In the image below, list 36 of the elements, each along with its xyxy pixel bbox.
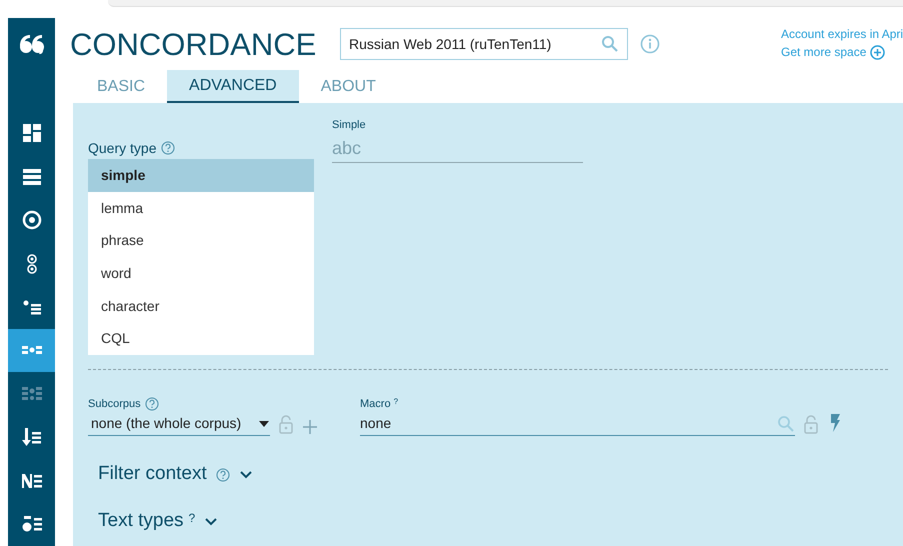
help-mark[interactable]: ?: [394, 396, 398, 408]
section-toggle[interactable]: Text types ?: [98, 509, 903, 534]
caret-icon: [259, 420, 269, 427]
help-icon[interactable]: [216, 468, 230, 482]
chevron-icon[interactable]: [238, 470, 253, 480]
app-title: CONCORDANCE: [70, 28, 318, 60]
section-toggle[interactable]: Filter context: [98, 462, 903, 488]
dots-icon: [20, 386, 42, 401]
corpus-field[interactable]: Russian Web 2011 (ruTenTen11): [340, 28, 628, 60]
subcorpus-label: Subcorpus: [88, 396, 141, 412]
sidebar-item[interactable]: [8, 328, 55, 372]
simple-input[interactable]: abc: [332, 135, 583, 163]
quote-logo-icon[interactable]: [18, 32, 44, 55]
query-type-option[interactable]: CQL: [88, 322, 314, 356]
query-type-option[interactable]: character: [88, 290, 314, 322]
macro-field[interactable]: none: [360, 412, 795, 436]
account-expiry-text: Account expires in Apri: [781, 26, 903, 43]
sort-icon: [20, 426, 42, 448]
tab[interactable]: ADVANCED: [167, 70, 299, 103]
query-type-option[interactable]: simple: [88, 159, 314, 192]
plus-circle-icon[interactable]: [870, 44, 886, 60]
query-type-option[interactable]: lemma: [88, 192, 314, 224]
macro-label: Macro: [360, 397, 391, 412]
target-icon: [20, 209, 42, 232]
help-mark[interactable]: ?: [188, 509, 196, 528]
dots-icon: [20, 346, 42, 356]
subcorpus-select[interactable]: none (the whole corpus): [88, 412, 270, 436]
query-type-option[interactable]: word: [88, 257, 314, 290]
lightning-icon[interactable]: [829, 414, 841, 432]
simple-label: Simple: [332, 118, 367, 133]
query-type-option[interactable]: phrase: [88, 224, 314, 258]
query-type-label: Query type: [88, 138, 156, 158]
help-icon[interactable]: [144, 397, 159, 412]
chevron-icon[interactable]: [204, 516, 218, 527]
help-icon[interactable]: [161, 141, 176, 155]
dashboard-icon: [20, 122, 42, 144]
